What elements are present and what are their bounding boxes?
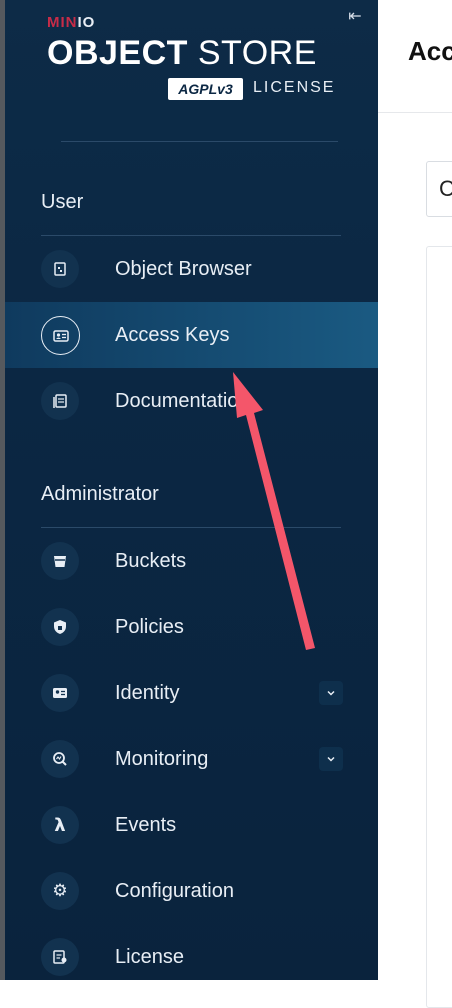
sidebar-item-access-keys[interactable]: Access Keys xyxy=(5,302,378,368)
agpl-logo: AGPLv3 xyxy=(168,78,243,100)
sidebar-item-label: Access Keys xyxy=(115,324,230,346)
sidebar-item-monitoring[interactable]: Monitoring xyxy=(5,726,378,792)
sidebar-item-label: Buckets xyxy=(115,550,187,572)
search-input[interactable]: C xyxy=(426,161,452,217)
section-user: User xyxy=(41,191,84,213)
header-divider xyxy=(378,112,452,113)
access-keys-icon xyxy=(41,316,80,355)
sidebar-item-identity[interactable]: Identity xyxy=(5,660,378,726)
sidebar-item-label: Policies xyxy=(115,616,184,638)
section-administrator: Administrator xyxy=(41,483,159,505)
divider xyxy=(61,141,338,142)
sidebar-item-label: License xyxy=(115,946,184,968)
lambda-icon: λ xyxy=(41,806,79,844)
product-title: OBJECT STORE xyxy=(47,34,317,72)
sidebar-item-label: Identity xyxy=(115,682,180,704)
chevron-down-icon[interactable] xyxy=(319,747,343,771)
sidebar: ⇤ MINIO OBJECT STORE AGPLv3 LICENSE User… xyxy=(5,0,378,980)
sidebar-item-configuration[interactable]: ⚙ Configuration xyxy=(5,858,378,924)
license-label: LICENSE xyxy=(253,79,336,96)
sidebar-item-label: Documentation xyxy=(115,390,250,412)
documentation-icon xyxy=(41,382,79,420)
sidebar-item-buckets[interactable]: Buckets xyxy=(5,528,378,594)
minio-logo: MINIO xyxy=(47,14,96,31)
bucket-icon xyxy=(41,542,79,580)
sidebar-item-label: Object Browser xyxy=(115,258,252,280)
sidebar-item-label: Events xyxy=(115,814,177,836)
collapse-sidebar-icon[interactable]: ⇤ xyxy=(344,6,366,28)
content-panel xyxy=(426,246,452,1008)
identity-icon xyxy=(41,674,79,712)
chevron-down-icon[interactable] xyxy=(319,681,343,705)
sidebar-item-events[interactable]: λ Events xyxy=(5,792,378,858)
sidebar-item-label: Configuration xyxy=(115,880,234,902)
policy-icon xyxy=(41,608,79,646)
license-icon xyxy=(41,938,79,976)
page-title: Acc xyxy=(408,36,452,66)
sidebar-item-label: Monitoring xyxy=(115,748,209,770)
sidebar-item-license[interactable]: License xyxy=(5,924,378,990)
object-browser-icon xyxy=(41,250,79,288)
sidebar-item-object-browser[interactable]: Object Browser xyxy=(5,236,378,302)
gear-icon: ⚙ xyxy=(41,872,79,910)
sidebar-item-documentation[interactable]: Documentation xyxy=(5,368,378,434)
monitoring-icon xyxy=(41,740,79,778)
sidebar-item-policies[interactable]: Policies xyxy=(5,594,378,660)
